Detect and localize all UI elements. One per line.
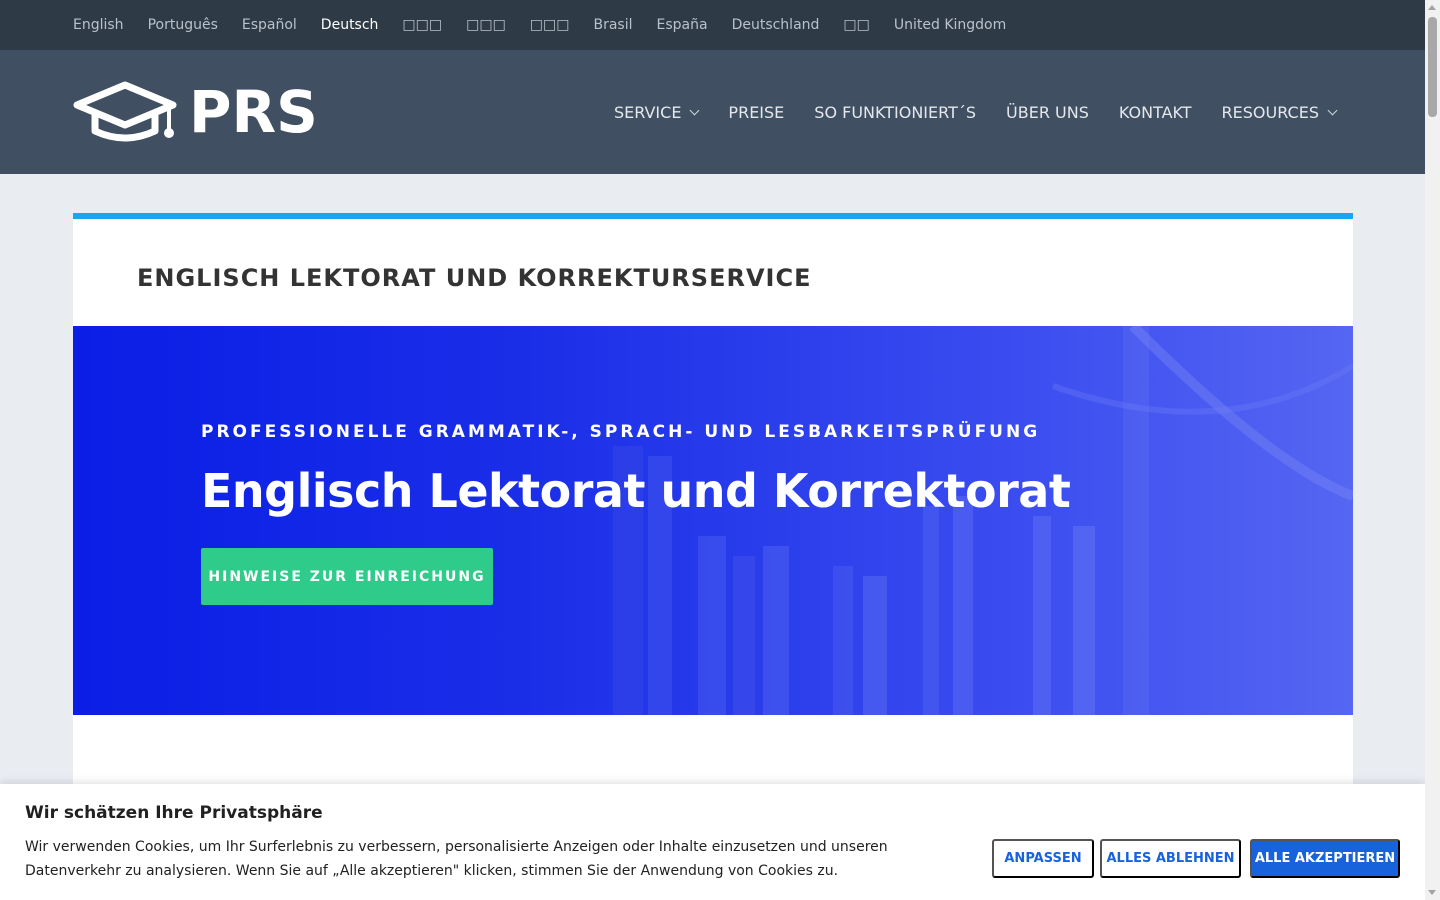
- hero-subtitle: PROFESSIONELLE GRAMMATIK-, SPRACH- UND L…: [201, 422, 1041, 442]
- graduation-cap-icon: [73, 81, 177, 142]
- nav-label-ueber-uns: ÜBER UNS: [1006, 102, 1089, 122]
- logo-wordmark: PRS: [189, 78, 318, 146]
- lang-link-brasil[interactable]: Brasil: [593, 17, 632, 33]
- lang-link-united-kingdom[interactable]: United Kingdom: [894, 17, 1006, 33]
- lang-link-deutschland[interactable]: Deutschland: [732, 17, 820, 33]
- lang-link-portugues[interactable]: Português: [148, 17, 218, 33]
- cookie-description: Wir verwenden Cookies, um Ihr Surferlebn…: [25, 839, 888, 879]
- language-bar: English Português Español Deutsch □□□ □□…: [0, 0, 1425, 50]
- hero-banner: PROFESSIONELLE GRAMMATIK-, SPRACH- UND L…: [73, 326, 1353, 715]
- submission-guidelines-button[interactable]: HINWEISE ZUR EINREICHUNG: [201, 548, 493, 605]
- site-logo[interactable]: PRS: [73, 81, 318, 143]
- nav-label-preise: PREISE: [728, 102, 785, 122]
- lang-link-cjk-1[interactable]: □□□: [402, 17, 442, 33]
- bookshelf-background-image: [73, 326, 1353, 715]
- nav-item-preise[interactable]: PREISE: [728, 103, 784, 122]
- nav-item-so-funktionierts[interactable]: SO FUNKTIONIERT´S: [814, 103, 976, 122]
- nav-item-service[interactable]: SERVICE: [613, 102, 700, 122]
- lang-link-deutsch[interactable]: Deutsch: [321, 17, 379, 33]
- cookie-reject-all-button[interactable]: ALLES ABLEHNEN: [1100, 839, 1241, 878]
- scrollbar-thumb[interactable]: [1428, 17, 1437, 117]
- nav-item-ueber-uns[interactable]: ÜBER UNS: [1006, 103, 1089, 122]
- nav-label-kontakt: KONTAKT: [1118, 102, 1192, 122]
- lang-link-espana[interactable]: España: [657, 17, 708, 33]
- chevron-down-icon: [689, 105, 700, 115]
- nav-item-kontakt[interactable]: KONTAKT: [1119, 103, 1192, 122]
- scroll-up-arrow-icon[interactable]: [1428, 5, 1436, 10]
- lang-link-cjk-2[interactable]: □□□: [466, 17, 506, 33]
- chevron-down-icon: [1327, 105, 1338, 115]
- hero-title: Englisch Lektorat und Korrektorat: [201, 464, 1071, 518]
- cookie-accept-all-button[interactable]: ALLE AKZEPTIEREN: [1250, 839, 1400, 878]
- lang-link-cjk-3[interactable]: □□□: [530, 17, 570, 33]
- nav-label-resources: RESOURCES: [1221, 102, 1319, 122]
- scroll-down-arrow-icon[interactable]: [1428, 890, 1436, 895]
- lang-link-english[interactable]: English: [73, 17, 124, 33]
- lang-link-espanol[interactable]: Español: [242, 17, 297, 33]
- site-header: PRS SERVICE PREISE SO FUNKTIONIERT´S ÜBE…: [0, 50, 1425, 174]
- page-scrollbar[interactable]: [1425, 0, 1440, 900]
- lang-link-cjk-4[interactable]: □□: [843, 17, 869, 33]
- nav-label-so-funktionierts: SO FUNKTIONIERT´S: [814, 102, 977, 122]
- nav-item-resources[interactable]: RESOURCES: [1221, 102, 1338, 122]
- page-title: ENGLISCH LEKTORAT UND KORREKTURSERVICE: [137, 264, 812, 292]
- nav-label-service: SERVICE: [613, 102, 682, 122]
- cookie-title: Wir schätzen Ihre Privatsphäre: [25, 803, 323, 823]
- cookie-consent-banner: Wir schätzen Ihre Privatsphäre Wir verwe…: [0, 784, 1425, 900]
- main-nav: SERVICE PREISE SO FUNKTIONIERT´S ÜBER UN…: [584, 100, 1338, 124]
- cookie-customize-button[interactable]: ANPASSEN: [992, 839, 1094, 878]
